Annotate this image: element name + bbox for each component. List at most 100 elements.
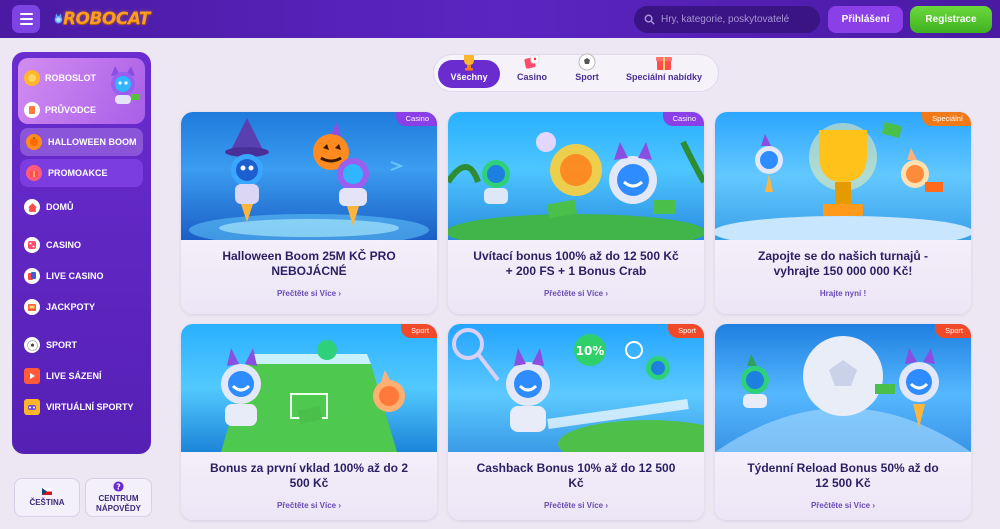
chevron-right-icon: › — [872, 501, 876, 510]
promo-card-title: Halloween Boom 25M KČ PRO NEBOJÁCNÉ — [222, 249, 396, 278]
home-icon — [24, 199, 40, 215]
promo-card[interactable]: 10% Sport Cashback Bonus 10% až do 12 50… — [448, 324, 704, 520]
promo-card-image: Sport — [181, 324, 437, 452]
sidebar-item-label: CASINO — [46, 240, 82, 250]
guide-icon — [24, 102, 40, 118]
logo[interactable]: ROBOCAT — [54, 4, 151, 34]
search-input[interactable] — [661, 14, 811, 25]
first-deposit-stadium-illustration — [221, 340, 405, 452]
menu-icon[interactable] — [12, 5, 40, 33]
tournament-trophy-illustration — [715, 121, 971, 240]
soccer-ball-icon — [24, 337, 40, 353]
sidebar-item-live-sazeni[interactable]: LIVE SÁZENÍ — [18, 362, 145, 390]
category-badge: Casino — [662, 112, 704, 126]
svg-text:10%: 10% — [576, 344, 605, 358]
promo-card[interactable]: Speciální Zapojte se do našich turnajů -… — [715, 112, 971, 314]
sidebar-item-label: LIVE CASINO — [46, 271, 104, 281]
read-more-link[interactable]: Přečtěte si Více › — [544, 501, 608, 510]
sidebar-item-halloween-boom[interactable]: HALLOWEEN BOOM — [20, 128, 143, 156]
cards-icon — [24, 268, 40, 284]
tab-casino[interactable]: Casino — [504, 54, 560, 88]
tab-sport[interactable]: Sport — [564, 53, 610, 88]
pumpkin-icon — [26, 134, 42, 150]
language-selector[interactable]: ČEŠTINA — [14, 478, 80, 517]
chevron-right-icon: › — [338, 501, 342, 510]
play-now-link[interactable]: Hrajte nyní ! — [820, 289, 866, 298]
promo-card-title: Zapojte se do našich turnajů - vyhrajte … — [757, 249, 929, 278]
category-tabs: Všechny Casino Sport Speciální nabídky — [433, 53, 719, 92]
read-more-link[interactable]: Přečtěte si Více › — [277, 501, 341, 510]
sidebar-item-label: LIVE SÁZENÍ — [46, 371, 102, 381]
tab-label: Sport — [575, 72, 599, 82]
sidebar-item-casino[interactable]: CASINO — [18, 231, 145, 259]
welcome-bonus-illustration — [448, 132, 704, 240]
category-badge: Casino — [395, 112, 437, 126]
cashback-tennis-illustration: 10% — [452, 328, 704, 452]
sidebar-item-label: VIRTUÁLNÍ SPORTY — [46, 402, 134, 412]
sidebar-item-pruvodce[interactable]: PRŮVODCE — [24, 102, 96, 118]
promo-card[interactable]: Sport Bonus za první vklad 100% až do 2 … — [181, 324, 437, 520]
help-icon: ? — [113, 481, 124, 492]
exclamation-icon: ! — [863, 289, 867, 298]
logo-text: ROBOCAT — [62, 9, 151, 29]
sidebar-item-label: SPORT — [46, 340, 78, 350]
tab-specialni-nabidky[interactable]: Speciální nabídky — [614, 57, 714, 88]
sidebar-item-label: PRŮVODCE — [45, 105, 97, 115]
sidebar-item-roboslot[interactable]: ROBOSLOT — [24, 70, 96, 86]
login-button[interactable]: Přihlášení — [828, 6, 903, 33]
promo-card-body: Halloween Boom 25M KČ PRO NEBOJÁCNÉ Přeč… — [181, 240, 437, 314]
promo-card-title: Bonus za první vklad 100% až do 2 500 Kč — [209, 461, 409, 490]
dice-icon — [24, 237, 40, 253]
help-label-line2: NÁPOVĚDY — [96, 504, 141, 513]
live-betting-icon — [24, 368, 40, 384]
jackpot-icon — [24, 299, 40, 315]
category-badge: Sport — [401, 324, 437, 338]
chevron-right-icon: › — [605, 501, 609, 510]
promo-card-image: Casino — [448, 112, 704, 240]
tab-label: Casino — [516, 72, 547, 82]
chevron-right-icon: › — [338, 289, 342, 298]
link-label: Hrajte nyní — [819, 289, 862, 298]
search-icon — [644, 14, 655, 25]
tab-vsechny[interactable]: Všechny — [438, 55, 500, 88]
promo-card-image: Sport — [715, 324, 971, 452]
sidebar-item-sport[interactable]: SPORT — [18, 331, 145, 359]
special-gift-icon — [656, 57, 672, 70]
link-label: Přečtěte si Více — [276, 289, 337, 298]
promo-card-title: Uvítací bonus 100% až do 12 500 Kč + 200… — [473, 249, 679, 278]
sidebar-item-label: DOMŮ — [46, 202, 74, 212]
help-center-button[interactable]: ? CENTRUM NÁPOVĚDY — [85, 478, 152, 517]
promo-card-image: 10% Sport — [448, 324, 704, 452]
sidebar-item-label: JACKPOTY — [46, 302, 96, 312]
promo-card-title: Cashback Bonus 10% až do 12 500 Kč — [476, 461, 676, 490]
promo-card-body: Zapojte se do našich turnajů - vyhrajte … — [715, 240, 971, 314]
svg-text:?: ? — [116, 482, 120, 491]
link-label: Přečtěte si Více — [276, 501, 337, 510]
sidebar: ROBOSLOT PRŮVODCE HALLOWEEN BOOM PROMOAK… — [12, 52, 151, 454]
sidebar-item-live-casino[interactable]: LIVE CASINO — [18, 262, 145, 290]
register-button[interactable]: Registrace — [910, 6, 992, 33]
promo-card[interactable]: Casino Halloween Boom 25M KČ PRO NEBOJÁC… — [181, 112, 437, 314]
promo-card[interactable]: Sport Týdenní Reload Bonus 50% až do 12 … — [715, 324, 971, 520]
trophy-icon — [464, 55, 474, 71]
search-bar[interactable] — [634, 6, 820, 33]
tab-label: Speciální nabídky — [625, 72, 703, 82]
promo-card[interactable]: Casino Uvítací bonus 100% až do 12 500 K… — [448, 112, 704, 314]
sidebar-item-jackpoty[interactable]: JACKPOTY — [18, 293, 145, 321]
help-label-line1: CENTRUM — [98, 494, 139, 503]
casino-dice-icon — [524, 54, 540, 69]
sidebar-item-virtualni-sporty[interactable]: VIRTUÁLNÍ SPORTY — [18, 393, 145, 421]
read-more-link[interactable]: Přečtěte si Více › — [544, 289, 608, 298]
sport-ball-icon — [578, 53, 596, 71]
logo-cat-icon — [54, 13, 63, 24]
read-more-link[interactable]: Přečtěte si Více › — [277, 289, 341, 298]
sidebar-item-promoakce[interactable]: PROMOAKCE — [20, 159, 143, 187]
robocat-mascot-icon — [111, 66, 140, 104]
promo-card-title: Týdenní Reload Bonus 50% až do 12 500 Kč — [747, 461, 939, 490]
coin-icon — [24, 70, 40, 86]
link-label: Přečtěte si Více — [543, 289, 604, 298]
sidebar-item-domu[interactable]: DOMŮ — [18, 193, 145, 221]
read-more-link[interactable]: Přečtěte si Více › — [811, 501, 875, 510]
category-badge: Sport — [935, 324, 971, 338]
promo-card-body: Uvítací bonus 100% až do 12 500 Kč + 200… — [448, 240, 704, 314]
